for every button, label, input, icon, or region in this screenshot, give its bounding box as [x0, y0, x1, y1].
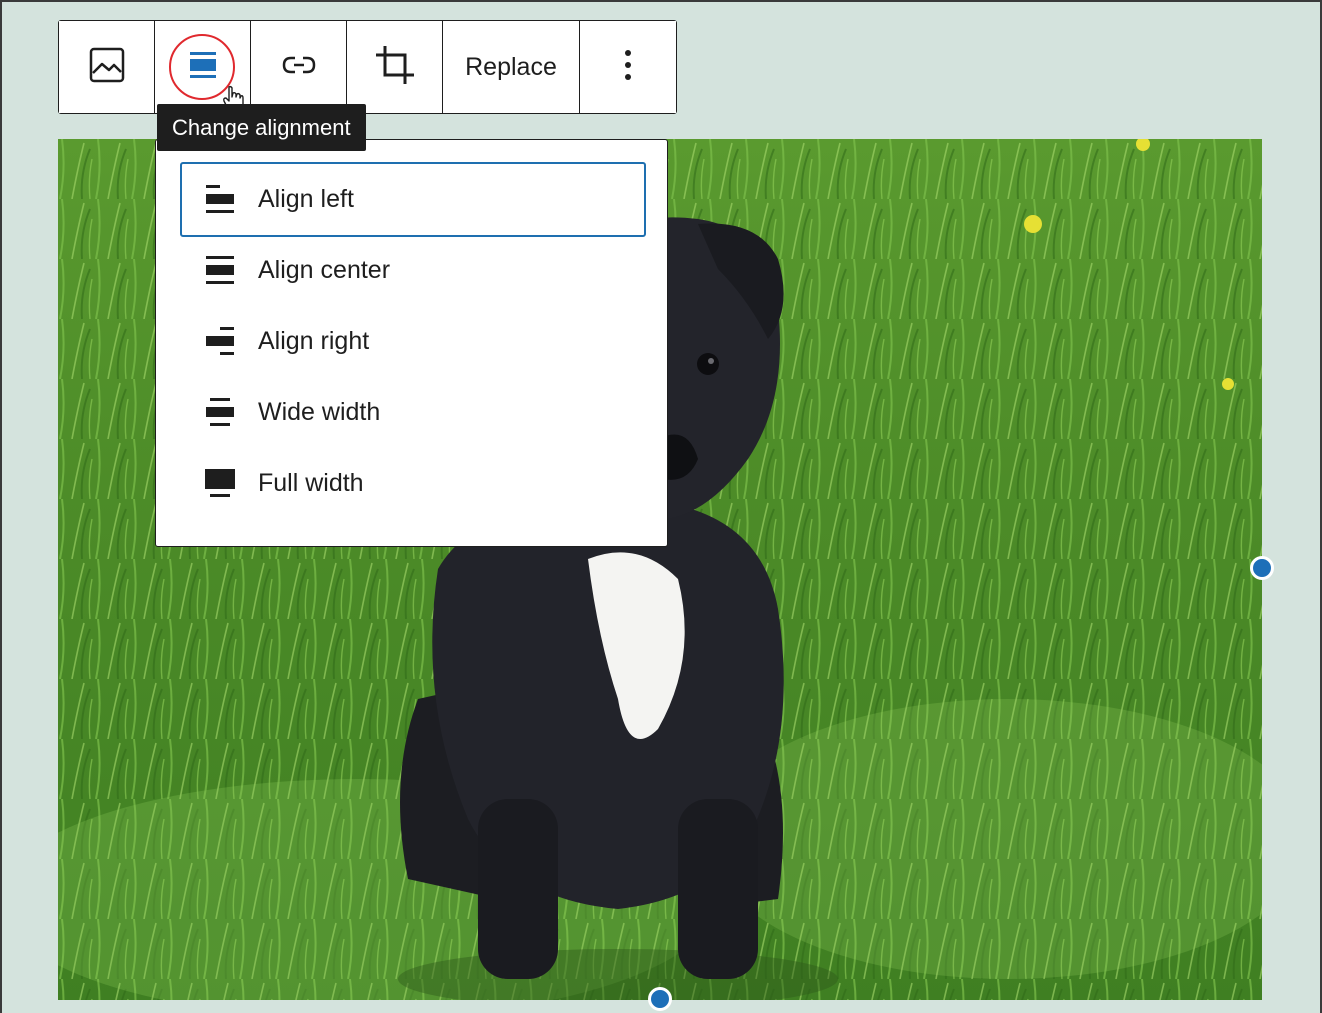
menu-item-align-right[interactable]: Align right: [180, 304, 646, 379]
menu-item-label: Align left: [258, 185, 354, 213]
menu-item-label: Full width: [258, 469, 364, 497]
image-icon: [87, 45, 127, 90]
menu-item-label: Align center: [258, 256, 391, 284]
align-full-icon: [200, 464, 240, 504]
editor-canvas: Replace Change alignment Align left Alig…: [0, 0, 1322, 1013]
alignment-menu: Align left Align center Align right Wide…: [155, 139, 668, 547]
replace-button-label: Replace: [465, 52, 557, 81]
resize-handle-right[interactable]: [1250, 556, 1274, 580]
resize-handle-bottom[interactable]: [648, 987, 672, 1011]
menu-item-align-center[interactable]: Align center: [180, 233, 646, 308]
menu-item-label: Align right: [258, 327, 370, 355]
insert-link-button[interactable]: [251, 21, 347, 113]
menu-item-full-width[interactable]: Full width: [180, 446, 646, 521]
crop-icon: [372, 42, 418, 93]
block-toolbar: Replace: [58, 20, 677, 114]
menu-item-label: Wide width: [258, 398, 381, 426]
more-options-button[interactable]: [580, 21, 676, 113]
menu-item-align-left[interactable]: Align left: [180, 162, 646, 237]
link-icon: [279, 45, 319, 90]
align-wide-icon: [200, 393, 240, 433]
change-alignment-tooltip: Change alignment: [157, 104, 366, 151]
align-center-icon: [200, 251, 240, 291]
menu-item-wide-width[interactable]: Wide width: [180, 375, 646, 450]
block-type-button[interactable]: [59, 21, 155, 113]
align-right-icon: [200, 322, 240, 362]
align-left-icon: [200, 180, 240, 220]
replace-button[interactable]: Replace: [443, 21, 580, 113]
more-options-icon: [622, 45, 634, 90]
crop-button[interactable]: [347, 21, 443, 113]
